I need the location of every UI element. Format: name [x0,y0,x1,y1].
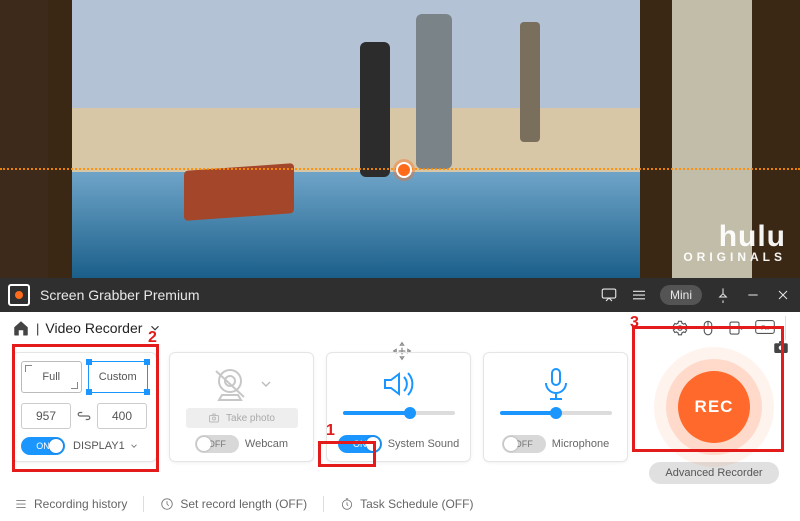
feedback-icon[interactable] [600,286,618,304]
webcam-toggle[interactable]: OFF [195,435,239,453]
export-icon[interactable] [727,319,745,337]
minimize-icon[interactable] [744,286,762,304]
recording-history-label: Recording history [34,497,127,511]
custom-label: Custom [99,371,137,383]
record-length-label: Set record length (OFF) [180,497,307,511]
webcam-label: Webcam [245,438,288,450]
webcam-icon [210,367,250,401]
microphone-toggle[interactable]: OFF [502,435,546,453]
task-schedule-label: Task Schedule (OFF) [360,497,473,511]
record-length-button[interactable]: Set record length (OFF) [160,497,307,511]
mouse-icon[interactable] [699,319,717,337]
selection-anchor[interactable] [396,162,412,178]
microphone-label: Microphone [552,438,609,450]
microphone-icon [539,367,573,403]
advanced-recorder-button[interactable]: Advanced Recorder [649,462,778,484]
display-name-label: DISPLAY1 [73,440,125,452]
microphone-slider[interactable] [500,411,612,415]
webcam-card: Take photo OFF Webcam [169,352,314,462]
system-sound-toggle[interactable]: ON [338,435,382,453]
microphone-card: OFF Microphone [483,352,628,462]
task-schedule-button[interactable]: Task Schedule (OFF) [340,497,473,511]
width-input[interactable] [21,403,71,429]
close-icon[interactable] [774,286,792,304]
breadcrumb-separator: | [36,321,39,336]
recording-preview: hulu ORIGINALS [0,0,800,278]
app-logo-icon [8,284,30,306]
take-photo-label: Take photo [226,413,275,424]
home-icon[interactable] [12,319,30,337]
content-watermark: hulu ORIGINALS [683,223,786,264]
pin-icon[interactable] [714,286,732,304]
menu-icon[interactable] [630,286,648,304]
height-input[interactable] [97,403,147,429]
lock-ratio-icon[interactable] [77,409,91,423]
recording-history-button[interactable]: Recording history [14,497,127,511]
mode-dropdown-icon[interactable] [148,321,162,335]
app-title: Screen Grabber Premium [40,287,600,303]
svg-text:F□: F□ [761,325,769,332]
record-label: REC [695,397,734,417]
system-sound-slider[interactable] [343,411,455,415]
advanced-recorder-label: Advanced Recorder [665,467,762,479]
footer-bar: Recording history Set record length (OFF… [0,487,800,521]
speaker-icon [379,367,419,401]
system-sound-label: System Sound [388,438,460,450]
mode-toolbar: | Video Recorder F□ [0,312,800,342]
settings-icon[interactable] [671,319,689,337]
display-area-card: Full Custom ON DISPLAY1 [12,352,157,462]
record-button[interactable]: REC [678,371,750,443]
display-select[interactable]: DISPLAY1 [73,440,139,452]
take-photo-button: Take photo [186,408,298,428]
follow-cursor-icon[interactable]: F□ [755,319,773,337]
system-sound-card: ON System Sound [326,352,471,462]
app-titlebar: Screen Grabber Premium Mini [0,278,800,312]
mini-mode-button[interactable]: Mini [660,285,702,305]
webcam-dropdown-icon[interactable] [258,376,274,392]
display-toggle[interactable]: ON [21,437,65,455]
full-label: Full [42,371,60,383]
custom-area-button[interactable]: Custom [88,361,149,393]
screenshot-icon[interactable] [772,338,790,356]
full-screen-button[interactable]: Full [21,361,82,393]
mode-tab-label[interactable]: Video Recorder [45,320,142,336]
